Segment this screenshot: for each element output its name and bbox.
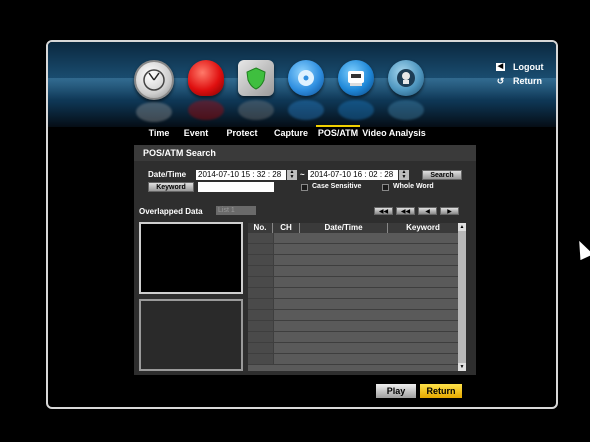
menu-item-protect[interactable]: Protect	[218, 128, 266, 138]
panel-title: POS/ATM Search	[134, 145, 476, 161]
prev-item-button[interactable]: ◀	[418, 207, 437, 215]
menu-item-capture[interactable]: Capture	[266, 128, 316, 138]
case-sensitive-checkbox[interactable]	[301, 184, 308, 191]
range-separator: ~	[300, 170, 305, 179]
keyword-button[interactable]: Keyword	[148, 182, 194, 192]
row-number-cell	[248, 255, 274, 265]
table-scrollbar[interactable]: ▲ ▼	[458, 223, 466, 371]
whole-word-label: Whole Word	[393, 183, 434, 190]
table-row[interactable]	[248, 277, 458, 288]
column-datetime: Date/Time	[300, 223, 388, 233]
menu-icons	[134, 60, 424, 122]
row-number-cell	[248, 354, 274, 364]
start-datetime-spinner[interactable]: ▲ ▼	[287, 170, 297, 180]
start-datetime-field[interactable]: 2014-07-10 15 : 32 : 28	[196, 170, 286, 180]
table-header: No. CH Date/Time Keyword	[248, 223, 458, 233]
table-row[interactable]	[248, 321, 458, 332]
table-row[interactable]	[248, 266, 458, 277]
search-button[interactable]: Search	[422, 170, 462, 180]
table-body	[248, 233, 458, 365]
logout-button[interactable]: ◀ Logout	[496, 60, 544, 74]
video-analysis-icon[interactable]	[388, 60, 424, 120]
overlapped-data-select[interactable]: List 1	[216, 206, 256, 215]
row-number-cell	[248, 310, 274, 320]
table-row[interactable]	[248, 233, 458, 244]
table-row[interactable]	[248, 310, 458, 321]
video-preview-secondary	[139, 299, 243, 371]
row-number-cell	[248, 299, 274, 309]
column-ch: CH	[273, 223, 300, 233]
datetime-label: Date/Time	[148, 170, 187, 179]
row-number-cell	[248, 233, 274, 243]
return-link[interactable]: ↺ Return	[496, 74, 544, 88]
mouse-cursor-icon	[572, 237, 590, 261]
overlapped-data-label: Overlapped Data	[139, 207, 203, 216]
first-page-button[interactable]: ◀◀	[374, 207, 393, 215]
end-datetime-field[interactable]: 2014-07-10 16 : 02 : 28	[308, 170, 398, 180]
table-row[interactable]	[248, 332, 458, 343]
table-row[interactable]	[248, 255, 458, 266]
table-row[interactable]	[248, 343, 458, 354]
scroll-down-icon[interactable]: ▼	[458, 363, 466, 371]
row-number-cell	[248, 277, 274, 287]
atm-icon[interactable]	[338, 60, 374, 120]
prev-page-button[interactable]: ◀◀	[396, 207, 415, 215]
column-no: No.	[248, 223, 273, 233]
row-number-cell	[248, 321, 274, 331]
main-window: Time Event Protect Capture POS/ATM Video…	[46, 40, 558, 409]
end-datetime-spinner[interactable]: ▲ ▼	[399, 170, 409, 180]
row-number-cell	[248, 288, 274, 298]
keyword-input[interactable]	[198, 182, 274, 192]
return-icon: ↺	[496, 76, 505, 86]
column-keyword: Keyword	[406, 223, 440, 232]
logout-icon: ◀	[496, 63, 505, 71]
whole-word-checkbox[interactable]	[382, 184, 389, 191]
video-preview-main	[139, 222, 243, 294]
clock-icon[interactable]	[134, 60, 174, 122]
disc-icon[interactable]	[288, 60, 324, 120]
results-table: No. CH Date/Time Keyword	[248, 223, 458, 371]
menu-labels: Time Event Protect Capture POS/ATM Video…	[144, 125, 428, 138]
scroll-up-icon[interactable]: ▲	[458, 223, 466, 231]
row-number-cell	[248, 244, 274, 254]
shield-icon[interactable]	[238, 60, 274, 120]
row-number-cell	[248, 266, 274, 276]
table-row[interactable]	[248, 299, 458, 310]
menu-item-video-analysis[interactable]: Video Analysis	[360, 128, 428, 138]
table-row[interactable]	[248, 354, 458, 365]
menu-item-event[interactable]: Event	[174, 128, 218, 138]
menu-item-time[interactable]: Time	[144, 128, 174, 138]
table-row[interactable]	[248, 288, 458, 299]
menu-item-pos-atm[interactable]: POS/ATM	[316, 125, 360, 138]
top-right-actions: ◀ Logout ↺ Return	[496, 60, 544, 88]
return-button[interactable]: Return	[420, 384, 462, 398]
pos-atm-search-panel: POS/ATM Search Date/Time 2014-07-10 15 :…	[134, 145, 476, 375]
next-item-button[interactable]: ▶	[440, 207, 459, 215]
case-sensitive-label: Case Sensitive	[312, 183, 362, 190]
play-button[interactable]: Play	[376, 384, 416, 398]
row-number-cell	[248, 343, 274, 353]
table-row[interactable]	[248, 244, 458, 255]
alarm-light-icon[interactable]	[188, 60, 224, 120]
row-number-cell	[248, 332, 274, 342]
